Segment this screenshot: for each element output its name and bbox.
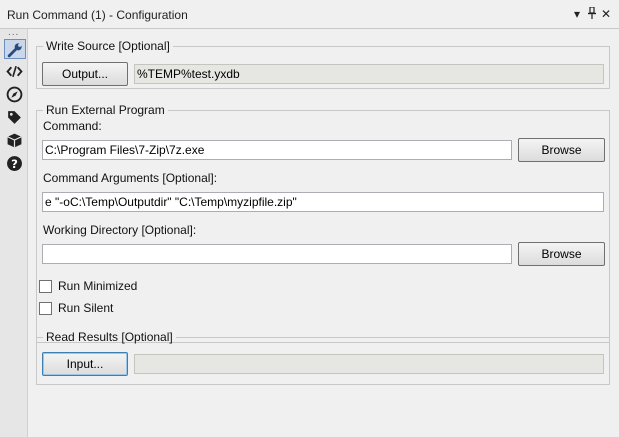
tool-sidebar: ... ?	[0, 27, 28, 437]
wrench-icon[interactable]	[4, 39, 26, 59]
window-title: Run Command (1) - Configuration	[7, 8, 188, 22]
run-minimized-label: Run Minimized	[58, 279, 138, 293]
code-icon[interactable]	[4, 62, 26, 82]
command-browse-button[interactable]: Browse	[518, 138, 605, 162]
svg-text:?: ?	[11, 157, 18, 171]
read-results-legend: Read Results [Optional]	[46, 330, 173, 344]
close-icon[interactable]: ✕	[601, 7, 611, 21]
help-icon[interactable]: ?	[4, 154, 26, 174]
run-silent-checkbox[interactable]	[39, 302, 52, 315]
input-path-field[interactable]	[134, 354, 604, 374]
output-path-field[interactable]: %TEMP%test.yxdb	[134, 64, 604, 84]
configuration-panel: Write Source [Optional] Output... %TEMP%…	[28, 29, 619, 437]
working-directory-browse-button[interactable]: Browse	[518, 242, 605, 266]
input-button[interactable]: Input...	[42, 352, 128, 376]
working-directory-label: Working Directory [Optional]:	[43, 223, 197, 237]
title-bar: Run Command (1) - Configuration ▾ ✕	[0, 0, 619, 29]
box-icon[interactable]	[4, 131, 26, 151]
run-minimized-checkbox[interactable]	[39, 280, 52, 293]
pin-icon[interactable]	[587, 6, 597, 22]
tag-icon[interactable]	[4, 108, 26, 128]
run-external-program-legend: Run External Program	[46, 103, 165, 117]
navigation-icon[interactable]	[4, 85, 26, 105]
dropdown-icon[interactable]: ▾	[574, 7, 580, 21]
run-silent-label: Run Silent	[58, 301, 114, 315]
command-field[interactable]: C:\Program Files\7-Zip\7z.exe	[42, 140, 512, 160]
write-source-legend: Write Source [Optional]	[46, 39, 170, 53]
working-directory-field[interactable]	[42, 244, 512, 264]
command-arguments-label: Command Arguments [Optional]:	[43, 171, 218, 185]
sidebar-dots: ...	[8, 27, 20, 38]
output-button[interactable]: Output...	[42, 62, 128, 86]
command-label: Command:	[43, 119, 102, 133]
command-arguments-field[interactable]: e "-oC:\Temp\Outputdir" "C:\Temp\myzipfi…	[42, 192, 604, 212]
